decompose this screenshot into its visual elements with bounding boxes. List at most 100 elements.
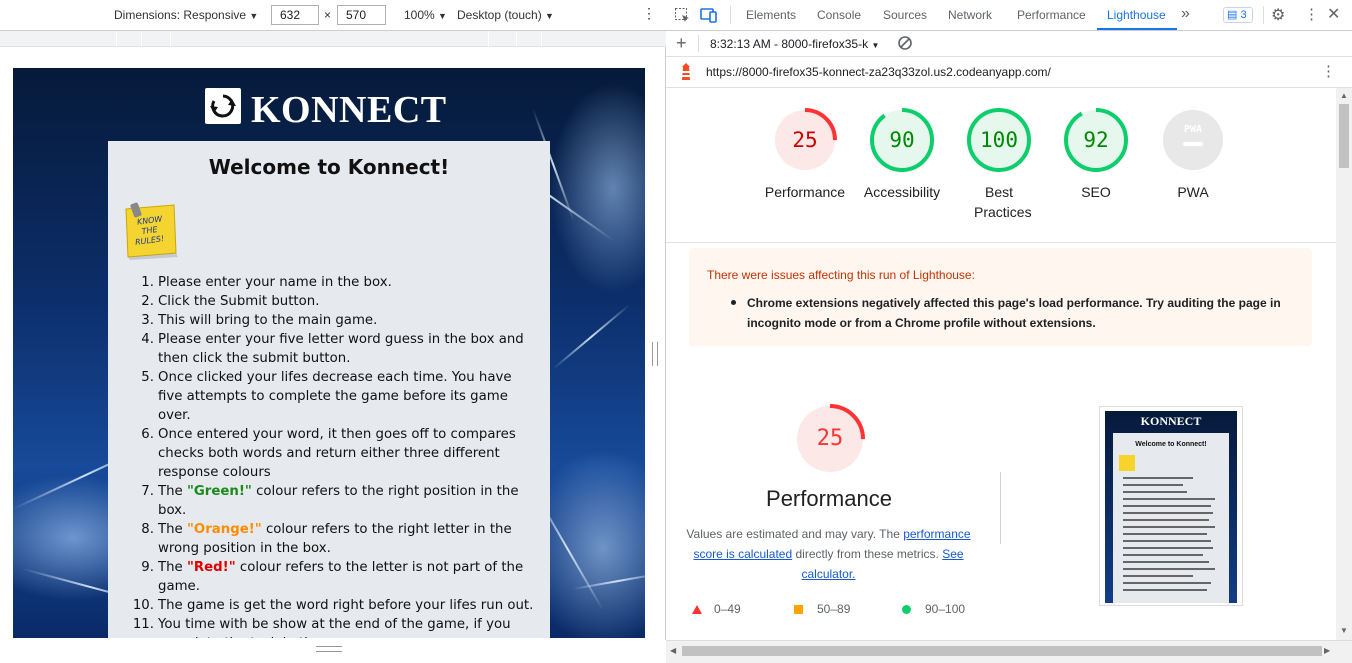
legend-pass: 90–100 (902, 602, 965, 616)
thumbnail-title: KONNECT (1140, 414, 1202, 428)
report-selector[interactable]: 8:32:13 AM - 8000-firefox35-k ▼ (710, 37, 879, 51)
device-type-dropdown[interactable]: Desktop (touch) ▼ (457, 8, 554, 22)
gauge-label: SEO (1081, 184, 1111, 200)
devtools-panel: Elements Console Sources Network Perform… (666, 0, 1352, 663)
customize-menu-icon[interactable]: ⋮ (1304, 5, 1319, 23)
legend-pass-range: 90–100 (925, 602, 966, 616)
dropdown-arrow-icon: ▼ (545, 11, 554, 21)
height-input[interactable] (337, 5, 386, 25)
viewport-resize-bar[interactable] (0, 640, 666, 663)
report-url-bar: https://8000-firefox35-konnect-za23q33zo… (666, 57, 1352, 88)
rule-color-red: "Red!" (186, 560, 236, 575)
final-screenshot[interactable]: KONNECT Welcome to Konnect! (1099, 406, 1243, 606)
scroll-up-arrow-icon[interactable]: ▲ (1340, 91, 1348, 100)
settings-gear-icon[interactable]: ⚙ (1271, 5, 1285, 25)
devtools-tab-bar: Elements Console Sources Network Perform… (666, 0, 1352, 31)
rule-text: The (158, 560, 187, 575)
score-value: 25 (792, 128, 818, 152)
rule-item: Click the Submit button. (141, 292, 320, 311)
rule-text: The (158, 484, 187, 499)
gauge-best-practices[interactable]: 100 (967, 108, 1031, 172)
fail-triangle-icon (692, 605, 702, 614)
rule-item: The game is get the word right before yo… (133, 596, 534, 615)
scroll-down-arrow-icon[interactable]: ▼ (1340, 626, 1348, 635)
site-title: KONNECT (251, 89, 447, 131)
rule-item: The "Red!" colour refers to the letter i… (138, 558, 538, 596)
tab-sources[interactable]: Sources (883, 8, 927, 22)
dropdown-arrow-icon: ▼ (438, 11, 447, 21)
horizontal-scrollbar[interactable]: ◀ ▶ (666, 640, 1352, 663)
lighthouse-report: 25 Performance 90 Accessibility 100 Best Prac… (666, 88, 1336, 640)
side-resize-handle-icon[interactable] (652, 342, 658, 366)
perf-desc-text-2: directly from these metrics. (792, 547, 943, 561)
inspect-element-icon[interactable] (674, 7, 690, 26)
thumbnail-line (1123, 491, 1187, 493)
dimensions-dropdown[interactable]: Dimensions: Responsive ▼ (114, 8, 258, 22)
gauge-pwa[interactable]: PWA (1161, 108, 1225, 172)
gauge-seo[interactable]: 92 (1064, 108, 1128, 172)
legend-fail-range: 0–49 (714, 602, 741, 616)
tab-elements[interactable]: Elements (746, 8, 796, 22)
zoom-value: 100% (404, 8, 435, 22)
thumbnail-line (1123, 498, 1215, 500)
issues-count: 3 (1240, 9, 1247, 21)
resize-handle-icon[interactable] (316, 646, 342, 652)
gauge-label: Performance (764, 184, 846, 200)
vertical-divider (1000, 472, 1001, 544)
emulated-viewport[interactable]: KONNECT Welcome to Konnect! KNOW THE RUL… (13, 68, 645, 638)
dimensions-label: Dimensions: Responsive (114, 8, 247, 22)
thumbnail-line (1123, 582, 1211, 584)
gauge-performance[interactable]: 25 (773, 108, 837, 172)
vertical-scroll-thumb[interactable] (1339, 104, 1349, 168)
thumbnail-line (1123, 484, 1183, 486)
thumbnail-line (1123, 575, 1193, 577)
zoom-dropdown[interactable]: 100% ▼ (404, 8, 447, 22)
legend-average: 50–89 (794, 602, 850, 616)
warning-box: There were issues affecting this run of … (689, 248, 1312, 346)
score-value: 100 (980, 128, 1018, 152)
gauge-label: Best Practices (974, 184, 1032, 220)
rule-item: Please enter your name in the box. (141, 273, 392, 292)
warning-title: There were issues affecting this run of … (707, 268, 975, 282)
rule-item: Once clicked your lifes decrease each ti… (141, 368, 512, 423)
thumbnail-line (1123, 568, 1215, 570)
tab-lighthouse[interactable]: Lighthouse (1107, 8, 1166, 22)
thumbnail-line (1123, 533, 1207, 535)
performance-description: Values are estimated and may vary. The p… (681, 524, 976, 584)
thumbnail-line (1123, 561, 1209, 563)
thumbnail-line (1123, 554, 1203, 556)
close-devtools-icon[interactable]: ✕ (1327, 4, 1340, 24)
rule-text: The (158, 522, 187, 537)
device-toggle-icon[interactable] (700, 7, 718, 26)
media-query-ruler[interactable] (0, 31, 666, 47)
more-tabs-icon[interactable]: » (1181, 5, 1190, 23)
rules-card: Welcome to Konnect! KNOW THE RULES! Plea… (108, 141, 550, 638)
score-value: 92 (1083, 128, 1109, 152)
warning-bullet (731, 300, 736, 305)
performance-heading: Performance (766, 486, 892, 511)
thumbnail-line (1123, 512, 1213, 514)
gauge-accessibility[interactable]: 90 (870, 108, 934, 172)
width-input[interactable] (271, 5, 319, 25)
horizontal-scroll-thumb[interactable] (682, 646, 1322, 656)
perf-desc-text-1: Values are estimated and may vary. The (686, 527, 904, 541)
clear-reports-icon[interactable] (897, 35, 913, 54)
konnect-logo-icon (205, 88, 241, 124)
thumbnail-line (1123, 540, 1211, 542)
rule-item: The "Green!" colour refers to the right … (138, 482, 538, 520)
scroll-left-arrow-icon[interactable]: ◀ (670, 646, 676, 655)
performance-detail-gauge: 25 (795, 404, 865, 474)
scroll-right-arrow-icon[interactable]: ▶ (1324, 646, 1330, 655)
tab-console[interactable]: Console (817, 8, 861, 22)
more-options-icon[interactable]: ⋮ (642, 5, 656, 22)
times-sign: × (324, 8, 332, 22)
report-url[interactable]: https://8000-firefox35-konnect-za23q33zo… (706, 65, 1051, 79)
issues-badge[interactable]: ▤ 3 (1223, 7, 1253, 23)
report-menu-icon[interactable]: ⋮ (1321, 62, 1336, 80)
thumbnail-note-icon (1119, 455, 1135, 471)
tab-network[interactable]: Network (948, 8, 992, 22)
vertical-scrollbar[interactable]: ▲ ▼ (1336, 88, 1352, 640)
thumbnail-line (1123, 589, 1207, 591)
tab-performance[interactable]: Performance (1017, 8, 1086, 22)
new-report-plus-icon[interactable]: + (676, 33, 687, 54)
